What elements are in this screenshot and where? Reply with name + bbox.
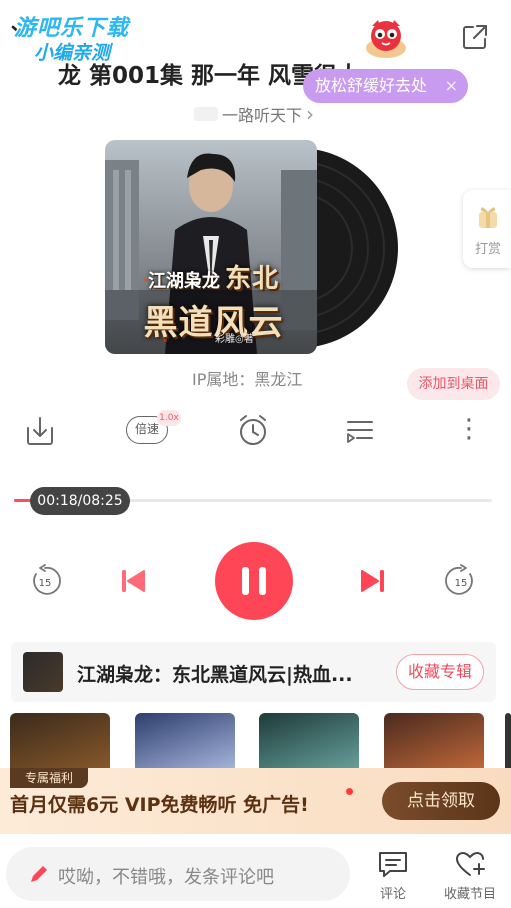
- comment-icon: [379, 852, 407, 877]
- author-name: 一路听天下: [222, 106, 303, 125]
- more-options-icon[interactable]: ⋮: [456, 414, 482, 446]
- comment-tab[interactable]: 评论: [376, 849, 410, 902]
- favorite-label: 收藏节目: [444, 887, 497, 902]
- share-icon[interactable]: [460, 22, 490, 52]
- favorite-tab[interactable]: 收藏节目: [444, 849, 496, 902]
- promo-text: 首月仅需6元 VIP免费畅听 免广告!: [10, 794, 309, 816]
- rewind-15-icon[interactable]: 15: [28, 564, 62, 598]
- rewind-seconds: 15: [39, 578, 52, 589]
- add-to-desktop-button[interactable]: 添加到桌面: [407, 368, 500, 400]
- author-avatar: [194, 107, 218, 121]
- pause-button[interactable]: [215, 542, 293, 620]
- cover-big-title-1: 东北: [225, 264, 280, 294]
- cover-big-title-2: 黑道风云: [143, 303, 284, 343]
- playlist-icon[interactable]: [345, 412, 375, 448]
- forward-seconds: 15: [455, 578, 468, 589]
- collect-album-button[interactable]: 收藏专辑: [396, 654, 484, 690]
- cover-credit: 彩雕◎著: [215, 334, 254, 345]
- progress-time-pill[interactable]: 00:18/08:25: [30, 487, 130, 515]
- vip-promo-banner[interactable]: 专属福利 首月仅需6元 VIP免费畅听 免广告! 点击领取: [0, 768, 511, 834]
- download-icon[interactable]: [24, 412, 56, 448]
- comment-label: 评论: [379, 887, 406, 902]
- claim-button[interactable]: 点击领取: [382, 782, 500, 820]
- album-row[interactable]: 江湖枭龙：东北黑道风云|热血... 收藏专辑: [11, 642, 496, 702]
- pencil-icon: [31, 866, 47, 882]
- ip-location: IP属地：黑龙江: [192, 370, 303, 389]
- recommend-thumb-3[interactable]: [259, 713, 359, 773]
- heart-plus-icon: [455, 851, 485, 876]
- pause-icon: [242, 567, 266, 595]
- album-thumbnail: [23, 652, 63, 692]
- tip-card[interactable]: 打赏: [463, 190, 511, 268]
- album-name: 江湖枭龙：东北黑道风云|热血...: [77, 664, 353, 686]
- bubble-text: 放松舒缓好去处: [315, 76, 428, 95]
- mascot-icon[interactable]: [362, 14, 410, 62]
- recommend-bubble[interactable]: 放松舒缓好去处 ×: [303, 69, 468, 103]
- speed-value-badge: 1.0x: [157, 410, 181, 426]
- recommend-thumb-1[interactable]: [10, 713, 110, 773]
- recommend-thumb-2[interactable]: [135, 713, 235, 773]
- promo-tag: 专属福利: [10, 768, 88, 788]
- forward-15-icon[interactable]: 15: [444, 564, 478, 598]
- next-track-icon[interactable]: [360, 568, 386, 594]
- progress-fill: [14, 499, 32, 502]
- comment-placeholder: 哎呦，不错哦，发条评论吧: [58, 867, 274, 888]
- chevron-right-icon: ›: [306, 102, 315, 126]
- bottom-bar: 哎呦，不错哦，发条评论吧 评论 收藏节目: [0, 835, 511, 908]
- author-link[interactable]: 一路听天下 ›: [194, 102, 315, 126]
- alarm-clock-icon[interactable]: [236, 412, 270, 448]
- album-cover[interactable]: 江湖枭龙 东北 黑道风云 彩雕◎著: [105, 140, 317, 354]
- previous-track-icon[interactable]: [120, 568, 146, 594]
- cover-small-title: 江湖枭龙: [147, 271, 220, 292]
- bubble-close-icon[interactable]: ×: [445, 69, 458, 103]
- comment-input[interactable]: 哎呦，不错哦，发条评论吧: [6, 847, 350, 901]
- recommend-thumb-5[interactable]: [505, 713, 511, 773]
- recommend-thumb-4[interactable]: [384, 713, 484, 773]
- gift-icon: [479, 207, 497, 228]
- promo-red-dot: [346, 788, 353, 795]
- tip-label: 打赏: [475, 242, 502, 257]
- cover-title-block: 江湖枭龙 东北 黑道风云: [111, 258, 316, 344]
